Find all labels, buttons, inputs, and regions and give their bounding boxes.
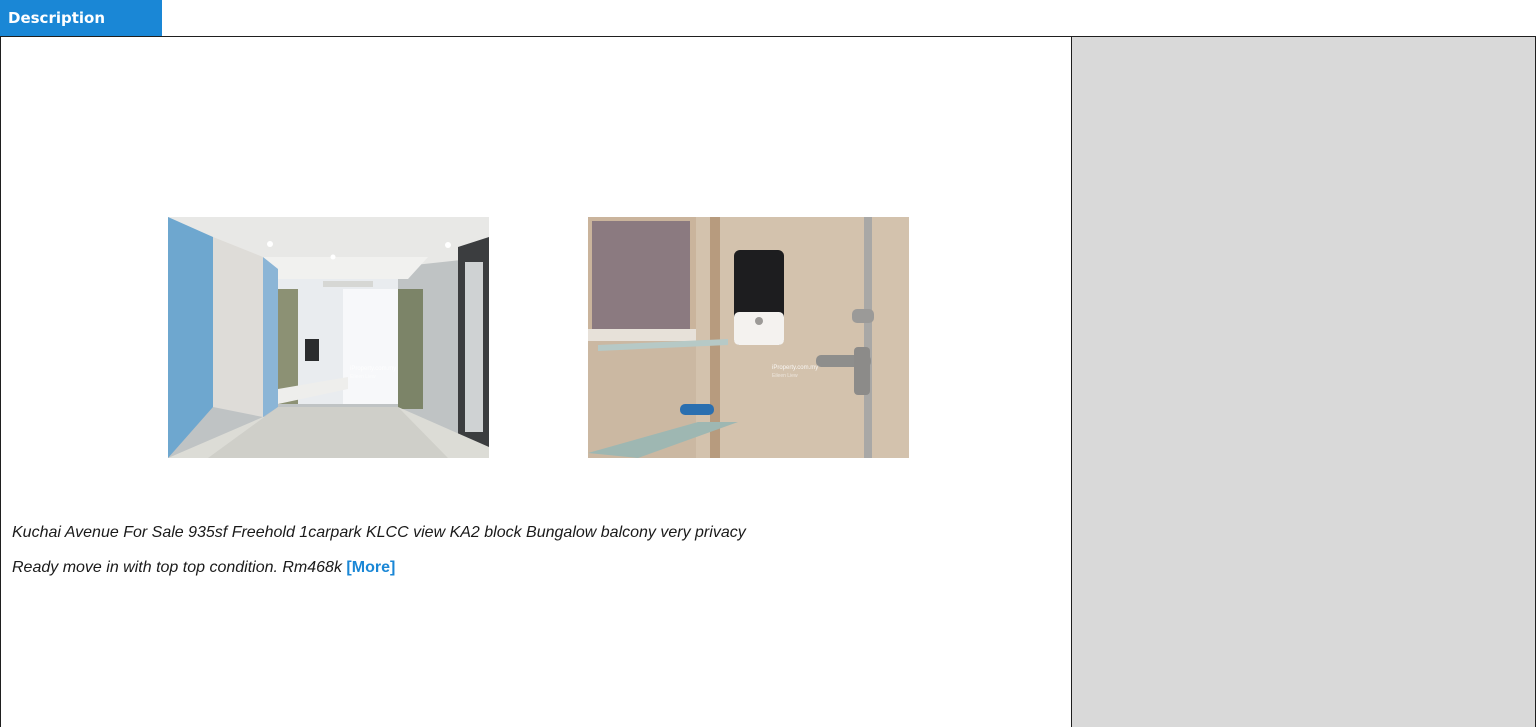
description-line-2: Ready move in with top top condition. Rm… — [12, 559, 1062, 577]
listing-description: Kuchai Avenue For Sale 935sf Freehold 1c… — [12, 524, 1062, 577]
living-room-photo[interactable]: iProperty.com.my Eileen Liew — [168, 217, 489, 458]
watermark-agent: Eileen Liew — [350, 374, 376, 380]
bathroom-photo[interactable]: iProperty.com.my Eileen Liew — [588, 217, 909, 458]
listing-main-panel — [1, 37, 1071, 727]
bathroom-image — [588, 217, 909, 458]
watermark-text: iProperty.com.my — [350, 366, 397, 372]
watermark-text: iProperty.com.my — [772, 365, 819, 371]
watermark-agent: Eileen Liew — [772, 373, 798, 379]
sidebar-panel — [1071, 37, 1535, 727]
more-link[interactable]: [More] — [346, 559, 395, 576]
description-line-2-text: Ready move in with top top condition. Rm… — [12, 559, 347, 576]
photo-watermark: iProperty.com.my Eileen Liew — [350, 365, 396, 381]
living-room-image — [168, 217, 489, 458]
description-tab: Description — [0, 0, 162, 36]
photo-watermark: iProperty.com.my Eileen Liew — [772, 364, 818, 380]
description-line-1: Kuchai Avenue For Sale 935sf Freehold 1c… — [12, 524, 746, 541]
